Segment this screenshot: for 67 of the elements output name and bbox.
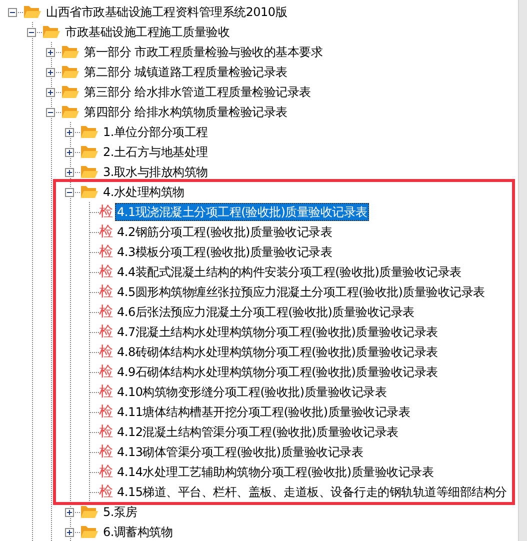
tree-item[interactable]: 市政基础设施工程施工质量验收 [63,23,232,41]
folder-icon [42,25,60,39]
folder-icon [61,105,79,119]
folder-icon [80,185,98,199]
tree-item[interactable]: 4.水处理构筑物 [101,183,186,201]
expand-icon[interactable] [65,528,74,537]
expand-icon[interactable] [65,168,74,177]
folder-icon [80,525,98,539]
document-type-icon: 检 [99,405,113,419]
document-type-icon: 检 [99,445,113,459]
document-type-icon: 检 [99,205,113,219]
tree-item[interactable]: 第四部分 给排水构筑物质量检验记录表 [82,103,290,121]
document-type-icon: 检 [99,245,113,259]
document-type-icon: 检 [99,345,113,359]
folder-icon [80,145,98,159]
tree-item[interactable]: 4.1现浇混凝土分项工程(验收批)质量验收记录表 [115,203,370,221]
expand-icon[interactable] [65,128,74,137]
document-type-icon: 检 [99,265,113,279]
scrollbar[interactable] [518,0,527,541]
document-type-icon: 检 [99,325,113,339]
expand-icon[interactable] [46,68,55,77]
tree-item[interactable]: 4.6后张法预应力混凝土分项工程(验收批)质量验收记录表 [115,303,416,321]
tree-item[interactable]: 4.11塘体结构槽基开挖分项工程(验收批)质量验收记录表 [115,403,412,421]
tree-item[interactable]: 4.9石砌体结构水处理构筑物分项工程(验收批)质量验收记录表 [115,363,440,381]
expand-icon[interactable] [46,48,55,57]
tree-item[interactable]: 4.4装配式混凝土结构的构件安装分项工程(验收批)质量验收记录表 [115,263,464,281]
tree-item[interactable]: 4.12混凝土结构管渠分项工程(验收批)质量验收记录表 [115,423,400,441]
tree-item[interactable]: 4.10构筑物变形缝分项工程(验收批)质量验收记录表 [115,383,389,401]
folder-icon [61,65,79,79]
document-type-icon: 检 [99,425,113,439]
document-type-icon: 检 [99,225,113,239]
document-type-icon: 检 [99,485,113,499]
document-type-icon: 检 [99,305,113,319]
tree-item[interactable]: 2.土石方与地基处理 [101,143,210,161]
document-type-icon: 检 [99,365,113,379]
folder-icon [80,165,98,179]
collapse-icon[interactable] [8,8,17,17]
expand-icon[interactable] [46,88,55,97]
collapse-icon[interactable] [65,188,74,197]
expand-icon[interactable] [65,508,74,517]
document-type-icon: 检 [99,385,113,399]
tree-item[interactable]: 4.15梯道、平台、栏杆、盖板、走道板、设备行走的钢轨轨道等细部结构分 [115,483,509,501]
folder-icon [61,45,79,59]
tree-item[interactable]: 4.14水处理工艺辅助构筑物分项工程(验收批)质量验收记录表 [115,463,436,481]
folder-icon [80,505,98,519]
tree-item[interactable]: 1.单位分部分项工程 [101,123,210,141]
tree-item[interactable]: 6.调蓄构筑物 [101,523,175,541]
tree-item[interactable]: 4.3模板分项工程(验收批)质量验收记录表 [115,243,334,261]
tree-item[interactable]: 4.7混凝土结构水处理构筑物分项工程(验收批)质量验收记录表 [115,323,440,341]
folder-icon [23,5,41,19]
tree-item[interactable]: 第一部分 市政工程质量检验与验收的基本要求 [82,43,325,61]
tree-item[interactable]: 山西省市政基础设施工程资料管理系统2010版 [44,3,290,21]
folder-icon [61,85,79,99]
tree-item[interactable]: 4.8砖砌体结构水处理构筑物分项工程(验收批)质量验收记录表 [115,343,440,361]
collapse-icon[interactable] [46,108,55,117]
collapse-icon[interactable] [27,28,36,37]
tree-item[interactable]: 第三部分 给水排水管道工程质量检验记录表 [82,83,313,101]
tree-item[interactable]: 第二部分 城镇道路工程质量检验记录表 [82,63,290,81]
expand-icon[interactable] [65,148,74,157]
tree-item[interactable]: 4.5圆形构筑物缠丝张拉预应力混凝土分项工程(验收批)质量验收记录表 [115,283,487,301]
tree-item[interactable]: 5.泵房 [101,503,140,521]
document-type-icon: 检 [99,465,113,479]
document-type-icon: 检 [99,285,113,299]
tree-item[interactable]: 3.取水与排放构筑物 [101,163,210,181]
tree-item[interactable]: 4.13砌体管渠分项工程(验收批)质量验收记录表 [115,443,366,461]
folder-icon [80,125,98,139]
tree-item[interactable]: 4.2钢筋分项工程(验收批)质量验收记录表 [115,223,334,241]
